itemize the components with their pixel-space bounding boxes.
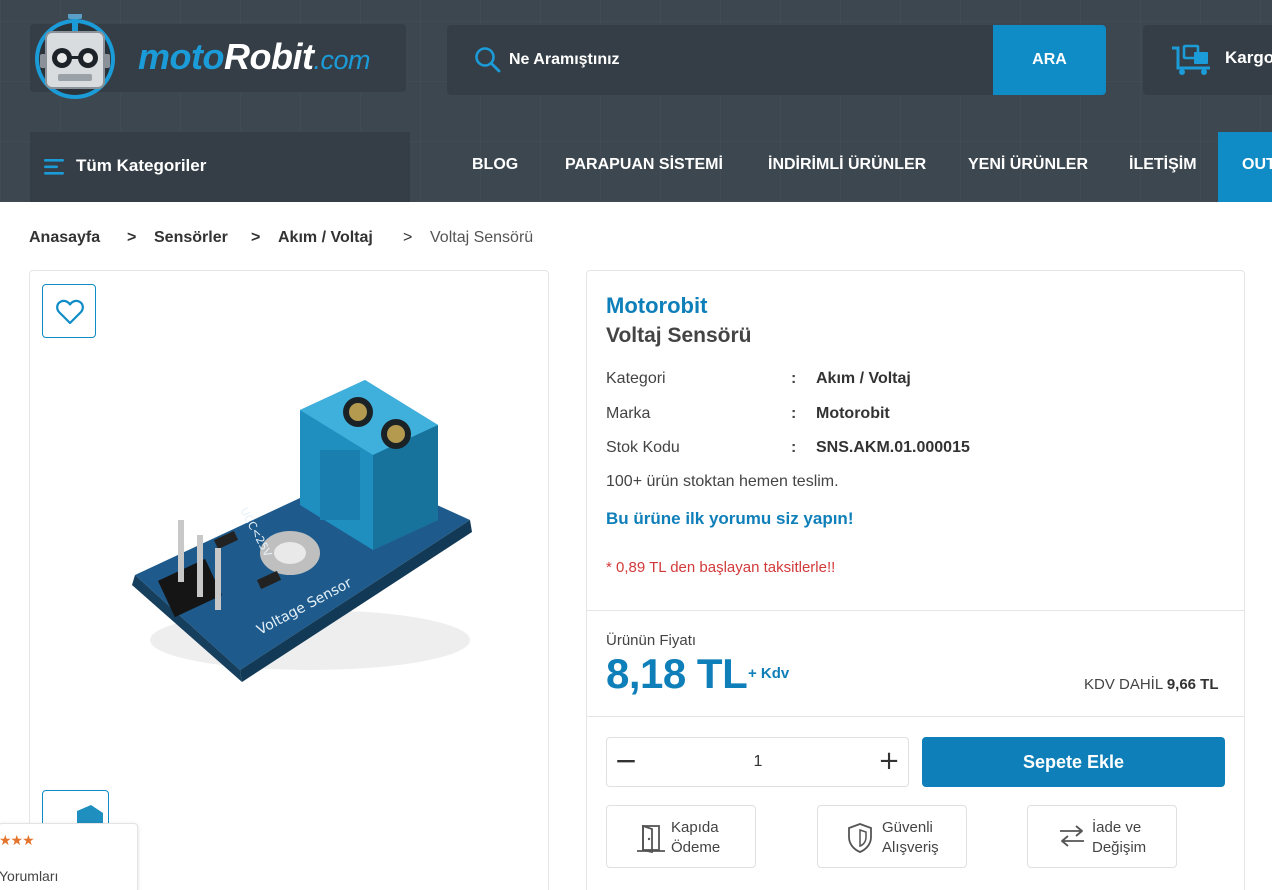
feature-text: Güvenli Alışveriş (882, 818, 939, 858)
kdv-included-label: KDV DAHİL (1084, 676, 1163, 693)
nav-contact[interactable]: İLETİŞİM (1129, 156, 1197, 174)
spec-colon: : (791, 370, 797, 387)
divider (587, 610, 1244, 611)
spec-value-sku: SNS.AKM.01.000015 (816, 439, 970, 456)
quantity-increase-button[interactable]: + (875, 744, 903, 778)
feature-text: İade ve Değişim (1092, 818, 1146, 858)
breadcrumb-current-voltage[interactable]: Akım / Voltaj (278, 229, 373, 247)
product-info-panel (586, 270, 1245, 890)
breadcrumb-separator: > (403, 229, 413, 246)
exchange-icon (1060, 825, 1084, 847)
cargo-label[interactable]: Kargo (1225, 48, 1272, 68)
reviews-widget[interactable]: ★★★ Yorumları (0, 823, 138, 890)
breadcrumb-separator: > (251, 229, 261, 246)
site-header: motoRobit.com ARA Kargo Tüm Kategoriler … (0, 0, 1272, 202)
quantity-decrease-button[interactable]: − (612, 744, 640, 778)
nav-parapuan[interactable]: PARAPUAN SİSTEMİ (565, 156, 723, 174)
breadcrumb-home[interactable]: Anasayfa (29, 229, 100, 247)
robot-logo-icon[interactable] (32, 14, 118, 100)
quantity-input[interactable] (720, 748, 796, 776)
spec-value-category[interactable]: Akım / Voltaj (816, 370, 911, 388)
kdv-included-price: KDV DAHİL 9,66 TL (1084, 676, 1219, 693)
menu-icon[interactable] (44, 158, 66, 176)
spec-label-category: Kategori (606, 370, 666, 387)
nav-outlet-label: OUTLET (1242, 156, 1272, 173)
logo-text[interactable]: motoRobit.com (138, 36, 370, 78)
search-input[interactable] (509, 47, 979, 73)
feature-line: Alışveriş (882, 839, 939, 856)
add-to-cart-button[interactable]: Sepete Ekle (922, 737, 1225, 787)
search-button[interactable]: ARA (993, 25, 1106, 95)
spec-colon: : (791, 405, 797, 422)
product-title: Voltaj Sensörü (606, 324, 752, 347)
delivery-truck-icon (1172, 44, 1210, 75)
feature-text: Kapıda Ödeme (671, 818, 720, 858)
kdv-plus-label: + Kdv (748, 665, 790, 682)
feature-line: Ödeme (671, 839, 721, 856)
divider (587, 716, 1244, 717)
heart-icon (56, 299, 84, 325)
product-image[interactable]: UCC<25V Voltage Sensor (120, 370, 490, 700)
feature-line: İade ve (1092, 819, 1142, 836)
spec-colon: : (791, 439, 797, 456)
nav-outlet[interactable]: OUTLET (1218, 132, 1272, 202)
spec-value-brand[interactable]: Motorobit (816, 405, 890, 423)
write-review-link[interactable]: Bu ürüne ilk yorumu siz yapın! (606, 509, 853, 529)
breadcrumb-current: Voltaj Sensörü (430, 229, 534, 246)
kdv-included-value: 9,66 TL (1166, 676, 1219, 693)
feature-cash-on-delivery[interactable]: Kapıda Ödeme (606, 805, 756, 868)
feature-line: Güvenli (882, 819, 933, 836)
door-icon (637, 824, 665, 854)
feature-line: Kapıda (671, 819, 719, 836)
product-price: 8,18 TL (606, 650, 748, 697)
product-brand[interactable]: Motorobit (606, 293, 707, 319)
favorite-button[interactable] (42, 284, 96, 338)
logo-text-moto: moto (138, 36, 224, 77)
installment-info[interactable]: * 0,89 TL den başlayan taksitlerle!! (606, 559, 835, 576)
shield-icon (848, 823, 872, 853)
breadcrumb-separator: > (127, 229, 137, 246)
spec-label-brand: Marka (606, 405, 651, 422)
stock-status: 100+ ürün stoktan hemen teslim. (606, 473, 839, 490)
nav-new-products[interactable]: YENİ ÜRÜNLER (968, 156, 1088, 174)
nav-blog[interactable]: BLOG (472, 156, 518, 174)
breadcrumb-sensors[interactable]: Sensörler (154, 229, 228, 247)
search-icon[interactable] (474, 46, 502, 74)
feature-line: Değişim (1092, 839, 1147, 856)
spec-label-sku: Stok Kodu (606, 439, 680, 456)
review-stars: ★★★ (0, 832, 35, 848)
price-label: Ürünün Fiyatı (606, 632, 697, 649)
logo-text-domain: .com (313, 45, 370, 75)
nav-discounted[interactable]: İNDİRİMLİ ÜRÜNLER (768, 156, 926, 174)
feature-secure-shopping[interactable]: Güvenli Alışveriş (817, 805, 967, 868)
feature-return-exchange[interactable]: İade ve Değişim (1027, 805, 1177, 868)
logo-text-robit: Robit (223, 36, 314, 77)
reviews-label: Yorumları (0, 868, 59, 884)
all-categories-label[interactable]: Tüm Kategoriler (76, 156, 206, 176)
